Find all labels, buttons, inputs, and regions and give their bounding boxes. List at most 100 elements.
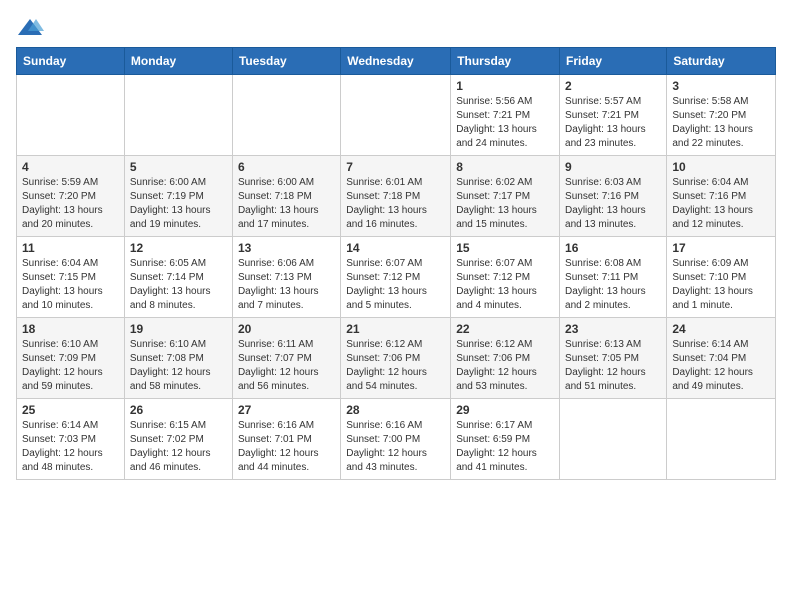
day-number: 4 (22, 160, 119, 174)
day-info: Sunrise: 5:59 AM Sunset: 7:20 PM Dayligh… (22, 176, 119, 232)
day-info: Sunrise: 6:16 AM Sunset: 7:01 PM Dayligh… (238, 419, 335, 475)
logo-icon (16, 17, 44, 37)
day-number: 2 (565, 79, 661, 93)
calendar-cell: 5Sunrise: 6:00 AM Sunset: 7:19 PM Daylig… (124, 156, 232, 237)
day-number: 6 (238, 160, 335, 174)
calendar-week-row: 4 Sunrise: 5:59 AM Sunset: 7:20 PM Daylig… (17, 156, 776, 237)
calendar-cell (124, 75, 232, 156)
header (16, 16, 776, 37)
calendar-cell: 16 Sunrise: 6:08 AM Sunset: 7:11 PM Dayli… (560, 237, 667, 318)
day-number: 14 (346, 241, 445, 255)
calendar-day-header: Wednesday (341, 48, 451, 75)
day-number: 11 (22, 241, 119, 255)
day-info: Sunrise: 6:08 AM Sunset: 7:11 PM Dayligh… (565, 257, 661, 313)
calendar-cell (232, 75, 340, 156)
calendar-cell: 1 Sunrise: 5:56 AM Sunset: 7:21 PM Daylig… (451, 75, 560, 156)
day-info: Sunrise: 5:57 AM Sunset: 7:21 PM Dayligh… (565, 95, 661, 151)
calendar-day-header: Saturday (667, 48, 776, 75)
day-number: 19 (130, 322, 227, 336)
day-info: Sunrise: 6:07 AM Sunset: 7:12 PM Dayligh… (456, 257, 554, 313)
day-info: Sunrise: 6:11 AM Sunset: 7:07 PM Dayligh… (238, 338, 335, 394)
calendar-cell: 15 Sunrise: 6:07 AM Sunset: 7:12 PM Dayli… (451, 237, 560, 318)
calendar-cell: 10 Sunrise: 6:04 AM Sunset: 7:16 PM Dayli… (667, 156, 776, 237)
day-info: Sunrise: 6:17 AM Sunset: 6:59 PM Dayligh… (456, 419, 554, 475)
calendar-cell: 19 Sunrise: 6:10 AM Sunset: 7:08 PM Dayli… (124, 318, 232, 399)
day-info: Sunrise: 6:13 AM Sunset: 7:05 PM Dayligh… (565, 338, 661, 394)
calendar-day-header: Monday (124, 48, 232, 75)
day-info: Sunrise: 5:58 AM Sunset: 7:20 PM Dayligh… (672, 95, 770, 151)
day-number: 16 (565, 241, 661, 255)
day-number: 9 (565, 160, 661, 174)
day-info: Sunrise: 6:00 AM Sunset: 7:19 PM Dayligh… (130, 176, 227, 232)
calendar-cell (341, 75, 451, 156)
calendar-cell: 25 Sunrise: 6:14 AM Sunset: 7:03 PM Dayli… (17, 399, 125, 480)
day-info: Sunrise: 5:56 AM Sunset: 7:21 PM Dayligh… (456, 95, 554, 151)
calendar-cell: 17Sunrise: 6:09 AM Sunset: 7:10 PM Dayli… (667, 237, 776, 318)
day-info: Sunrise: 6:04 AM Sunset: 7:15 PM Dayligh… (22, 257, 119, 313)
day-number: 23 (565, 322, 661, 336)
calendar-cell: 27 Sunrise: 6:16 AM Sunset: 7:01 PM Dayli… (232, 399, 340, 480)
day-number: 26 (130, 403, 227, 417)
calendar-day-header: Friday (560, 48, 667, 75)
day-info: Sunrise: 6:06 AM Sunset: 7:13 PM Dayligh… (238, 257, 335, 313)
calendar-cell: 28 Sunrise: 6:16 AM Sunset: 7:00 PM Dayli… (341, 399, 451, 480)
day-info: Sunrise: 6:02 AM Sunset: 7:17 PM Dayligh… (456, 176, 554, 232)
day-number: 28 (346, 403, 445, 417)
logo (16, 16, 48, 37)
day-number: 12 (130, 241, 227, 255)
day-number: 25 (22, 403, 119, 417)
day-number: 1 (456, 79, 554, 93)
day-info: Sunrise: 6:10 AM Sunset: 7:08 PM Dayligh… (130, 338, 227, 394)
calendar-day-header: Thursday (451, 48, 560, 75)
day-info: Sunrise: 6:07 AM Sunset: 7:12 PM Dayligh… (346, 257, 445, 313)
day-info: Sunrise: 6:01 AM Sunset: 7:18 PM Dayligh… (346, 176, 445, 232)
day-info: Sunrise: 6:15 AM Sunset: 7:02 PM Dayligh… (130, 419, 227, 475)
calendar-cell: 7Sunrise: 6:01 AM Sunset: 7:18 PM Daylig… (341, 156, 451, 237)
calendar-cell: 3 Sunrise: 5:58 AM Sunset: 7:20 PM Daylig… (667, 75, 776, 156)
calendar-cell: 22Sunrise: 6:12 AM Sunset: 7:06 PM Dayli… (451, 318, 560, 399)
calendar-day-header: Sunday (17, 48, 125, 75)
calendar-cell: 23 Sunrise: 6:13 AM Sunset: 7:05 PM Dayli… (560, 318, 667, 399)
day-number: 18 (22, 322, 119, 336)
calendar-cell: 24 Sunrise: 6:14 AM Sunset: 7:04 PM Dayli… (667, 318, 776, 399)
day-number: 8 (456, 160, 554, 174)
calendar-week-row: 25 Sunrise: 6:14 AM Sunset: 7:03 PM Dayli… (17, 399, 776, 480)
calendar-cell (560, 399, 667, 480)
calendar-body: 1 Sunrise: 5:56 AM Sunset: 7:21 PM Daylig… (17, 75, 776, 480)
calendar-week-row: 18 Sunrise: 6:10 AM Sunset: 7:09 PM Dayli… (17, 318, 776, 399)
calendar: SundayMondayTuesdayWednesdayThursdayFrid… (16, 47, 776, 480)
day-number: 13 (238, 241, 335, 255)
day-info: Sunrise: 6:10 AM Sunset: 7:09 PM Dayligh… (22, 338, 119, 394)
day-number: 20 (238, 322, 335, 336)
day-info: Sunrise: 6:04 AM Sunset: 7:16 PM Dayligh… (672, 176, 770, 232)
calendar-cell: 2 Sunrise: 5:57 AM Sunset: 7:21 PM Daylig… (560, 75, 667, 156)
calendar-cell: 8 Sunrise: 6:02 AM Sunset: 7:17 PM Daylig… (451, 156, 560, 237)
day-info: Sunrise: 6:03 AM Sunset: 7:16 PM Dayligh… (565, 176, 661, 232)
calendar-cell (17, 75, 125, 156)
calendar-cell: 13 Sunrise: 6:06 AM Sunset: 7:13 PM Dayli… (232, 237, 340, 318)
calendar-cell: 26 Sunrise: 6:15 AM Sunset: 7:02 PM Dayli… (124, 399, 232, 480)
calendar-cell: 11 Sunrise: 6:04 AM Sunset: 7:15 PM Dayli… (17, 237, 125, 318)
calendar-week-row: 1 Sunrise: 5:56 AM Sunset: 7:21 PM Daylig… (17, 75, 776, 156)
day-number: 22 (456, 322, 554, 336)
calendar-header-row: SundayMondayTuesdayWednesdayThursdayFrid… (17, 48, 776, 75)
day-info: Sunrise: 6:14 AM Sunset: 7:03 PM Dayligh… (22, 419, 119, 475)
calendar-cell: 6 Sunrise: 6:00 AM Sunset: 7:18 PM Daylig… (232, 156, 340, 237)
day-number: 27 (238, 403, 335, 417)
day-number: 29 (456, 403, 554, 417)
day-info: Sunrise: 6:09 AM Sunset: 7:10 PM Dayligh… (672, 257, 770, 313)
day-info: Sunrise: 6:16 AM Sunset: 7:00 PM Dayligh… (346, 419, 445, 475)
calendar-cell: 12Sunrise: 6:05 AM Sunset: 7:14 PM Dayli… (124, 237, 232, 318)
day-number: 3 (672, 79, 770, 93)
day-info: Sunrise: 6:12 AM Sunset: 7:06 PM Dayligh… (346, 338, 445, 394)
calendar-cell: 18 Sunrise: 6:10 AM Sunset: 7:09 PM Dayli… (17, 318, 125, 399)
day-info: Sunrise: 6:14 AM Sunset: 7:04 PM Dayligh… (672, 338, 770, 394)
day-number: 10 (672, 160, 770, 174)
calendar-cell: 21Sunrise: 6:12 AM Sunset: 7:06 PM Dayli… (341, 318, 451, 399)
calendar-cell: 14 Sunrise: 6:07 AM Sunset: 7:12 PM Dayli… (341, 237, 451, 318)
calendar-week-row: 11 Sunrise: 6:04 AM Sunset: 7:15 PM Dayli… (17, 237, 776, 318)
day-number: 15 (456, 241, 554, 255)
day-info: Sunrise: 6:00 AM Sunset: 7:18 PM Dayligh… (238, 176, 335, 232)
day-number: 24 (672, 322, 770, 336)
calendar-cell: 20 Sunrise: 6:11 AM Sunset: 7:07 PM Dayli… (232, 318, 340, 399)
